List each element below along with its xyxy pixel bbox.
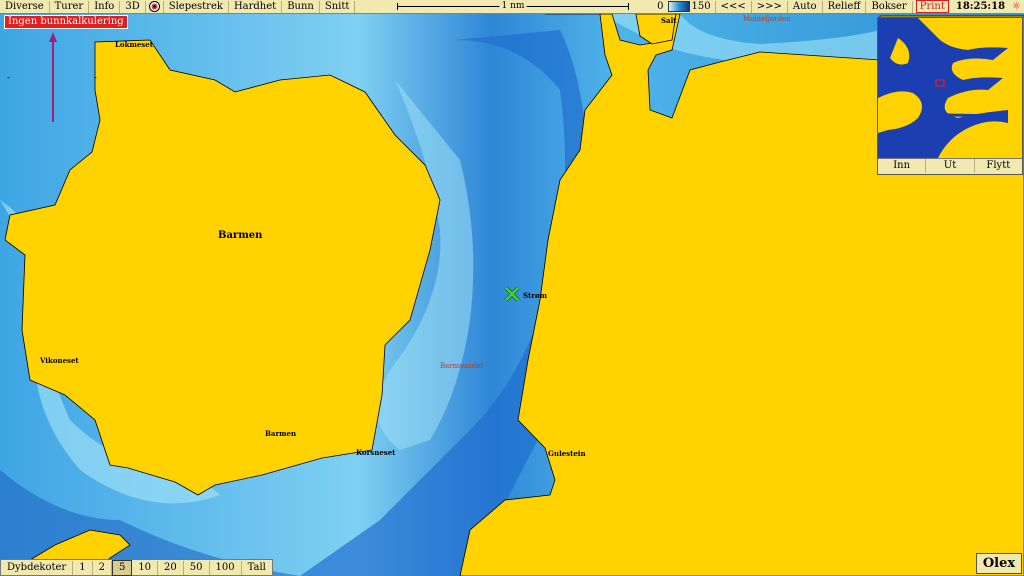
place-gulestein: Gulestein: [548, 449, 586, 458]
menu-snitt[interactable]: Snitt: [320, 0, 356, 13]
place-korsneset: Korsneset: [356, 448, 396, 457]
warning-banner: Ingen bunnkalkulering: [4, 15, 128, 29]
olex-logo-button[interactable]: Olex: [976, 553, 1022, 574]
sun-icon[interactable]: ☼: [1009, 1, 1024, 12]
depth-color-legend: [667, 1, 690, 12]
overview-minimap[interactable]: Inn Ut Flytt: [877, 17, 1023, 175]
relieff-button[interactable]: Relieff: [821, 0, 866, 13]
depth-max: 150: [691, 1, 711, 12]
grid-tick-left: -: [7, 73, 10, 82]
contour-option-5[interactable]: 5: [111, 559, 133, 576]
next-button[interactable]: >>>: [750, 0, 787, 13]
grid-tick-right: -: [94, 73, 97, 82]
menu-turer[interactable]: Turer: [50, 0, 90, 13]
prev-button[interactable]: <<<: [714, 0, 751, 13]
menu-info[interactable]: Info: [89, 0, 121, 13]
minimap-buttons: Inn Ut Flytt: [878, 158, 1022, 173]
place-barmen-big: Barmen: [218, 230, 263, 241]
depth-contour-label: Dybdekoter: [1, 560, 74, 575]
clock: 18:25:18: [955, 1, 1006, 12]
contour-option-20[interactable]: 20: [158, 560, 184, 575]
place-salt: Salt: [661, 16, 677, 25]
menu-hardhet[interactable]: Hardhet: [229, 0, 283, 13]
menu-slepestrek[interactable]: Slepestrek: [164, 0, 229, 13]
place-moldefjorden: Moldefjorden: [743, 15, 791, 23]
target-icon[interactable]: [146, 0, 164, 13]
contour-option-2[interactable]: 2: [93, 560, 112, 575]
contour-option-10[interactable]: 10: [132, 560, 159, 575]
toolbar-right: 0 150 <<< >>> Auto Relieff Bokser Print …: [655, 0, 1024, 13]
depth-min: 0: [657, 1, 664, 12]
bokser-button[interactable]: Bokser: [865, 0, 911, 13]
place-barmsundet: Barmsundet: [440, 362, 484, 370]
chart-map[interactable]: - -: [0, 0, 1024, 576]
zoom-in-button[interactable]: Inn: [878, 159, 927, 173]
contour-option-tall[interactable]: Tall: [242, 561, 272, 575]
place-vikoneset: Vikoneset: [40, 356, 79, 365]
place-strom: Strøm: [523, 291, 548, 300]
minimap-chart[interactable]: [878, 18, 1022, 158]
contour-option-1[interactable]: 1: [73, 560, 93, 575]
menu-diverse[interactable]: Diverse: [0, 0, 50, 13]
print-button[interactable]: Print: [915, 0, 949, 13]
contour-option-50[interactable]: 50: [184, 560, 210, 575]
zoom-out-button[interactable]: Ut: [926, 159, 975, 173]
scale-bar: 1 nm: [397, 0, 629, 13]
place-barmen-small: Barmen: [265, 429, 297, 438]
place-lokmeset: Lokmeset: [115, 40, 153, 49]
scale-label: 1 nm: [499, 0, 527, 12]
auto-button[interactable]: Auto: [786, 0, 822, 13]
move-button[interactable]: Flytt: [975, 159, 1022, 173]
menu-3d[interactable]: 3D: [120, 0, 146, 13]
depth-contour-bar: Dybdekoter 1 2 5 10 20 50 100 Tall: [0, 559, 273, 576]
menu-bunn[interactable]: Bunn: [282, 0, 320, 13]
contour-option-100[interactable]: 100: [210, 560, 242, 575]
